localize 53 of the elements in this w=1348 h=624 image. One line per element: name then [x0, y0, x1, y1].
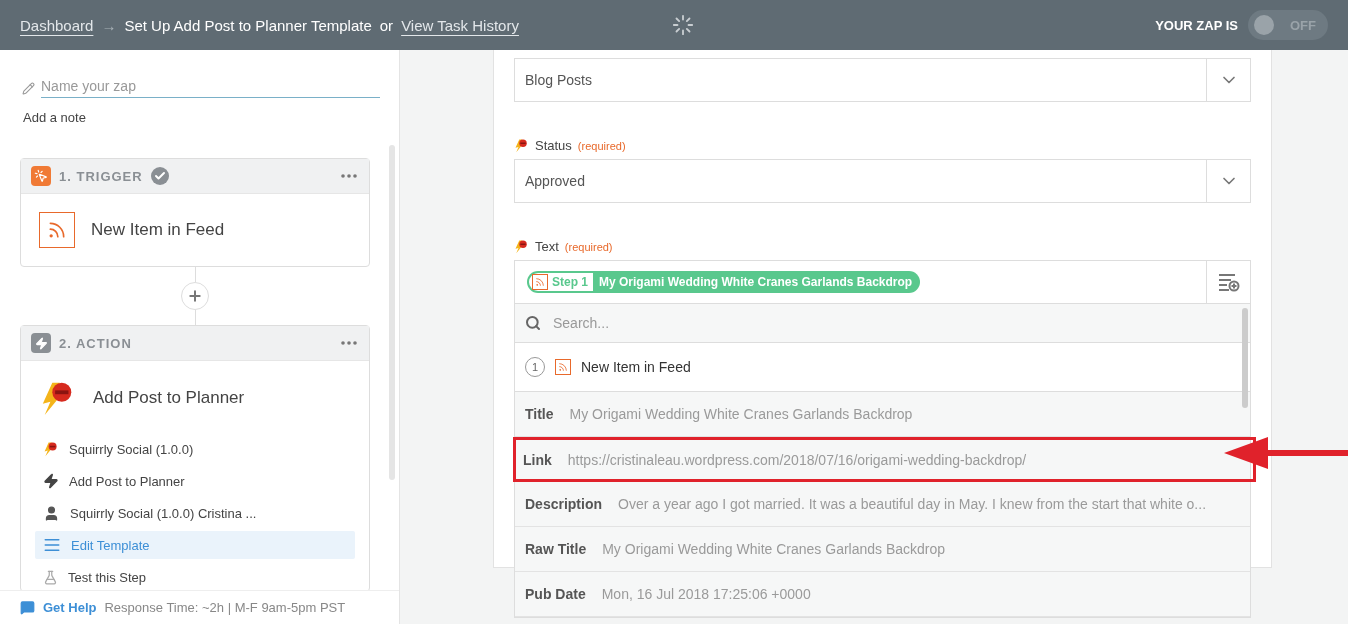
rss-icon — [532, 274, 548, 290]
dashboard-link[interactable]: Dashboard — [20, 16, 94, 34]
response-time-text: Response Time: ~2h | M-F 9am-5pm PST — [104, 600, 346, 615]
rss-icon — [555, 359, 571, 375]
trigger-icon — [31, 166, 51, 186]
more-icon[interactable] — [341, 341, 357, 345]
lightning-icon — [31, 333, 51, 353]
step-menu-item[interactable]: Squirrly Social (1.0.0) — [35, 435, 355, 463]
task-history-link[interactable]: View Task History — [401, 16, 519, 34]
mascot-icon — [514, 138, 529, 153]
user-icon — [43, 504, 60, 522]
select-field[interactable]: Blog Posts — [514, 58, 1251, 102]
zap-name-field[interactable]: Name your zap — [41, 78, 380, 98]
group-header[interactable]: 1 New Item in Feed — [515, 343, 1250, 392]
step-heading: 2. ACTION — [59, 335, 132, 351]
dropdown-option[interactable]: Pub Date Mon, 16 Jul 2018 17:25:06 +0000 — [515, 572, 1250, 617]
add-step-button[interactable] — [181, 282, 209, 310]
mascot-icon — [514, 239, 529, 254]
step-app-title: Add Post to Planner — [93, 388, 245, 408]
step-heading: 1. TRIGGER — [59, 168, 143, 184]
lines-icon — [43, 536, 61, 554]
check-icon — [150, 167, 169, 185]
more-icon[interactable] — [341, 174, 357, 178]
rss-icon — [39, 212, 75, 248]
breadcrumb-arrow: → — [101, 16, 117, 34]
search-icon — [525, 315, 541, 331]
step-menu-item[interactable]: Squirrly Social (1.0.0) Cristina ... — [35, 499, 355, 527]
step-menu-item[interactable]: Add Post to Planner — [35, 467, 355, 495]
group-title: New Item in Feed — [581, 359, 691, 375]
dropdown-option[interactable]: Title My Origami Wedding White Cranes Garlands Backdrop — [515, 392, 1250, 437]
pencil-icon — [22, 81, 35, 95]
or-text: or — [379, 16, 394, 34]
search-field[interactable]: Search... — [551, 314, 1240, 332]
step-menu-item[interactable]: Test this Step — [35, 563, 355, 590]
plus-icon — [187, 288, 203, 304]
step-app-title: New Item in Feed — [91, 220, 225, 240]
required-text: (required) — [564, 240, 613, 253]
zap-status-label: YOUR ZAP IS — [1155, 17, 1238, 33]
field-label: Text — [535, 239, 559, 254]
add-note-link[interactable]: Add a note — [23, 110, 86, 125]
chat-icon — [20, 600, 35, 615]
mascot-icon — [43, 441, 59, 457]
dropdown-option[interactable]: Link https://cristinaleau.wordpress.com/2018/07/16/origami-wedding-backdrop/ — [513, 437, 1256, 482]
dropdown-option[interactable]: Description Over a year ago I got married. It was a beautiful day in May. I knew from the start that white o... — [515, 482, 1250, 527]
flask-icon — [43, 569, 58, 585]
spinner-icon — [672, 14, 694, 36]
select-field[interactable]: Approved — [514, 159, 1251, 203]
page-title: Set Up Add Post to Planner Template — [124, 16, 372, 34]
required-text: (required) — [577, 139, 626, 152]
list-plus-icon — [1217, 272, 1240, 292]
field-label: Status — [535, 138, 572, 153]
lightning-icon — [43, 473, 59, 489]
dropdown-option[interactable]: Raw Title My Origami Wedding White Cranes Garlands Backdrop — [515, 527, 1250, 572]
